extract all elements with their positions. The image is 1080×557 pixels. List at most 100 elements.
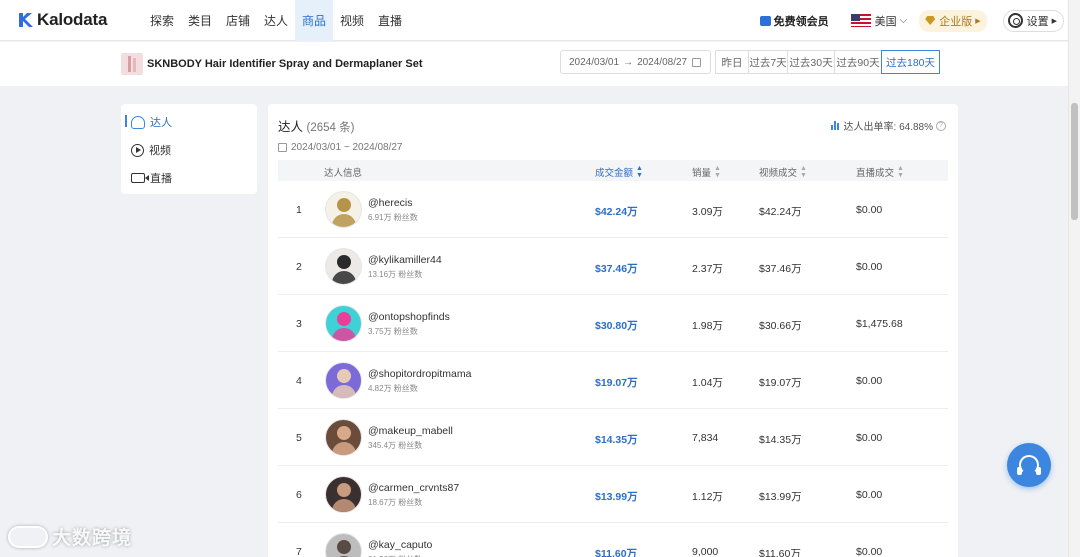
- nav-item[interactable]: 视频: [333, 0, 371, 41]
- avatar-figure: [337, 198, 351, 212]
- top-navbar: Kalodata 探索 类目 店铺 达人 商品 视频 直播 免费领会员 美国 ⌵ 企业版 ▶…: [0, 0, 1080, 41]
- gmv-value: $19.07万: [595, 377, 638, 389]
- avatar-figure: [337, 255, 351, 269]
- col-gmv[interactable]: 成交金额 ▲ ▼: [595, 165, 643, 179]
- avatar-body: [332, 271, 356, 284]
- avatar-body: [332, 499, 356, 512]
- avatar[interactable]: [325, 248, 362, 285]
- diamond-icon: [925, 16, 936, 25]
- conversion-rate: 达人出单率: 64.88% ?: [830, 118, 946, 133]
- rank: 3: [296, 318, 302, 330]
- quick-range-button[interactable]: 过去7天: [748, 50, 788, 74]
- avatar[interactable]: [325, 362, 362, 399]
- quick-range-button[interactable]: 过去90天: [834, 50, 882, 74]
- product-header: SKNBODY Hair Identifier Spray and Dermap…: [0, 42, 1068, 86]
- sales-value: 2.37万: [692, 263, 723, 275]
- avatar[interactable]: [325, 476, 362, 513]
- rank: 4: [296, 375, 302, 387]
- table-row[interactable]: 5 @makeup_mabell 345.4万 粉丝数 $14.35万 7,834 $14…: [278, 409, 948, 466]
- sales-value: 9,000: [692, 546, 719, 557]
- side-item-creators[interactable]: 达人: [131, 114, 172, 130]
- enterprise-button[interactable]: 企业版 ▶: [919, 9, 987, 32]
- quick-range-button[interactable]: 过去30天: [787, 50, 835, 74]
- sales-value: 7,834: [692, 432, 719, 444]
- nav-item[interactable]: 店铺: [219, 0, 257, 41]
- creator-handle[interactable]: @shopitordropitmama: [368, 368, 471, 380]
- table-body: 1 @herecis 6.91万 粉丝数 $42.24万 3.09万 $42.24万 $0.…: [278, 181, 948, 557]
- quick-range-button[interactable]: 过去180天: [881, 50, 940, 74]
- free-vip-button[interactable]: 免费领会员: [759, 13, 829, 29]
- sales-value: 1.12万: [692, 491, 723, 503]
- panel-date-range: 2024/03/01 ~ 2024/08/27: [278, 142, 403, 153]
- camera-icon: [131, 173, 149, 183]
- logo[interactable]: Kalodata: [18, 10, 133, 30]
- live-gmv-value: $0.00: [856, 261, 883, 273]
- table-row[interactable]: 6 @carmen_crvnts87 18.67万 粉丝数 $13.99万 1.12万 $…: [278, 466, 948, 523]
- settings-label: 设置: [1026, 15, 1049, 28]
- rank: 1: [296, 204, 302, 216]
- nav-item[interactable]: 类目: [181, 0, 219, 41]
- user-icon: [131, 115, 145, 129]
- nav-item[interactable]: 商品: [295, 0, 333, 41]
- col-video-gmv-label: 视频成交: [759, 168, 798, 179]
- rank: 5: [296, 432, 302, 444]
- video-gmv-value: $11.60万: [759, 548, 801, 557]
- side-menu: 达人 视频 直播: [121, 104, 257, 194]
- nav-item[interactable]: 探索: [143, 0, 181, 41]
- table-row[interactable]: 7@kay_caputo21.52万 粉丝数$11.60万9,000$11.60…: [278, 523, 948, 557]
- video-gmv-value: $13.99万: [759, 491, 802, 503]
- video-gmv-value: $30.66万: [759, 320, 802, 332]
- avatar[interactable]: [325, 533, 362, 557]
- video-gmv-value: $14.35万: [759, 434, 802, 446]
- side-item-videos[interactable]: 视频: [131, 142, 171, 158]
- product-name: SKNBODY Hair Identifier Spray and Dermap…: [147, 58, 423, 70]
- col-video-gmv[interactable]: 视频成交 ▲ ▼: [759, 165, 807, 179]
- avatar[interactable]: [325, 305, 362, 342]
- avatar[interactable]: [325, 191, 362, 228]
- help-icon[interactable]: ?: [936, 120, 946, 131]
- live-gmv-value: $0.00: [856, 489, 883, 501]
- col-sales[interactable]: 销量 ▲ ▼: [692, 165, 721, 179]
- page-scrollbar[interactable]: [1068, 0, 1080, 557]
- creator-handle[interactable]: @makeup_mabell: [368, 425, 453, 437]
- live-gmv-value: $0.00: [856, 204, 883, 216]
- avatar[interactable]: [325, 419, 362, 456]
- col-live-gmv[interactable]: 直播成交 ▲ ▼: [856, 165, 904, 179]
- creator-handle[interactable]: @ontopshopfinds: [368, 311, 450, 323]
- watermark-logo-icon: [8, 525, 48, 548]
- scrollbar-thumb[interactable]: [1071, 103, 1078, 220]
- gmv-value: $30.80万: [595, 320, 638, 332]
- creator-handle[interactable]: @kylikamiller44: [368, 254, 442, 266]
- side-item-live[interactable]: 直播: [131, 170, 172, 186]
- sort-icon: ▲ ▼: [897, 165, 904, 179]
- follower-count: 345.4万 粉丝数: [368, 441, 423, 450]
- calendar-icon: [692, 57, 702, 67]
- avatar-body: [332, 214, 356, 227]
- creator-handle[interactable]: @carmen_crvnts87: [368, 482, 459, 494]
- avatar-figure: [337, 369, 351, 383]
- play-icon: [131, 143, 144, 157]
- creator-handle[interactable]: @herecis: [368, 197, 413, 209]
- region-label: 美国: [874, 15, 897, 28]
- kalodata-logo-icon: [18, 12, 33, 28]
- date-range-picker[interactable]: 2024/03/01 → 2024/08/27: [560, 50, 711, 74]
- sort-icon: ▲ ▼: [636, 165, 643, 179]
- caret-right-icon: ▶: [1051, 17, 1057, 25]
- us-flag-icon: [850, 14, 871, 27]
- video-gmv-value: $42.24万: [759, 206, 802, 218]
- settings-button[interactable]: 设置 ▶: [1002, 9, 1064, 32]
- table-row[interactable]: 1 @herecis 6.91万 粉丝数 $42.24万 3.09万 $42.24万 $0.…: [278, 181, 948, 238]
- creator-handle[interactable]: @kay_caputo: [368, 539, 432, 551]
- table-row[interactable]: 4 @shopitordropitmama 4.82万 粉丝数 $19.07万 1.04…: [278, 352, 948, 409]
- quick-range-button[interactable]: 昨日: [715, 50, 749, 74]
- support-button[interactable]: [1007, 443, 1051, 487]
- sales-value: 1.04万: [692, 377, 723, 389]
- nav-item[interactable]: 达人: [257, 0, 295, 41]
- region-selector[interactable]: 美国 ⌵: [850, 13, 907, 29]
- live-gmv-value: $0.00: [856, 432, 883, 444]
- nav-item[interactable]: 直播: [371, 0, 409, 41]
- active-indicator: [125, 115, 127, 127]
- table-row[interactable]: 2 @kylikamiller44 13.16万 粉丝数 $37.46万 2.37万 $3…: [278, 238, 948, 295]
- headset-icon: [1017, 455, 1041, 475]
- table-row[interactable]: 3 @ontopshopfinds 3.75万 粉丝数 $30.80万 1.98万 $30…: [278, 295, 948, 352]
